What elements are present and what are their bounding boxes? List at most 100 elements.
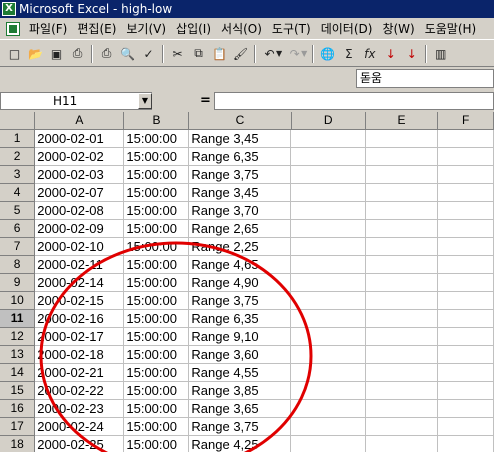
redo-dropdown-icon[interactable]: ▼ — [301, 49, 307, 58]
cell-empty[interactable] — [291, 220, 366, 238]
open-icon[interactable]: 📂 — [25, 44, 46, 64]
cell-range[interactable]: Range 3,45 — [189, 184, 292, 202]
cell-empty[interactable] — [438, 148, 494, 166]
cell-time[interactable]: 15:00:00 — [124, 382, 190, 400]
cell-empty[interactable] — [291, 274, 366, 292]
cell-time[interactable]: 15:00:00 — [124, 328, 190, 346]
row-header[interactable]: 13 — [0, 346, 36, 364]
cell-date[interactable]: 2000-02-21 — [35, 364, 125, 382]
cell-range[interactable]: Range 3,45 — [189, 130, 292, 148]
cell-date[interactable]: 2000-02-10 — [35, 238, 125, 256]
menu-tools[interactable]: 도구(T) — [267, 20, 316, 37]
cell-empty[interactable] — [365, 130, 439, 148]
cell-empty[interactable] — [365, 166, 439, 184]
formula-equals[interactable]: = — [200, 93, 211, 108]
cell-empty[interactable] — [291, 256, 366, 274]
print-preview-icon[interactable]: ⎙ — [67, 44, 88, 64]
cell-date[interactable]: 2000-02-23 — [35, 400, 125, 418]
row-header[interactable]: 1 — [0, 130, 36, 148]
cell-date[interactable]: 2000-02-16 — [35, 310, 125, 328]
cell-time[interactable]: 15:00:00 — [124, 436, 190, 452]
cell-empty[interactable] — [365, 310, 439, 328]
menu-edit[interactable]: 편집(E) — [72, 20, 121, 37]
cell-empty[interactable] — [291, 346, 366, 364]
cell-range[interactable]: Range 3,75 — [189, 166, 292, 184]
row-header[interactable]: 3 — [0, 166, 36, 184]
cell-range[interactable]: Range 9,10 — [189, 328, 292, 346]
function-icon[interactable]: fx — [359, 44, 380, 64]
cell-date[interactable]: 2000-02-17 — [35, 328, 125, 346]
cell-empty[interactable] — [291, 364, 366, 382]
cell-empty[interactable] — [291, 328, 366, 346]
format-painter-icon[interactable]: 🖌 — [230, 44, 251, 64]
cell-empty[interactable] — [291, 202, 366, 220]
cell-empty[interactable] — [438, 238, 494, 256]
save-icon[interactable]: ▣ — [46, 44, 67, 64]
cell-empty[interactable] — [438, 202, 494, 220]
cell-time[interactable]: 15:00:00 — [124, 274, 190, 292]
cell-empty[interactable] — [365, 148, 439, 166]
cell-time[interactable]: 15:00:00 — [124, 220, 190, 238]
cell-date[interactable]: 2000-02-02 — [35, 148, 125, 166]
cell-date[interactable]: 2000-02-18 — [35, 346, 125, 364]
row-header[interactable]: 6 — [0, 220, 36, 238]
cell-date[interactable]: 2000-02-22 — [35, 382, 125, 400]
row-header[interactable]: 9 — [0, 274, 36, 292]
row-header[interactable]: 16 — [0, 400, 36, 418]
cell-empty[interactable] — [438, 274, 494, 292]
cell-time[interactable]: 15:00:00 — [124, 310, 190, 328]
hyperlink-icon[interactable]: 🌐 — [317, 44, 338, 64]
cell-empty[interactable] — [438, 310, 494, 328]
row-header[interactable]: 14 — [0, 364, 36, 382]
cell-empty[interactable] — [291, 400, 366, 418]
select-all-corner[interactable] — [0, 112, 36, 130]
cell-empty[interactable] — [365, 418, 439, 436]
cell-time[interactable]: 15:00:00 — [124, 400, 190, 418]
cell-date[interactable]: 2000-02-25 — [35, 436, 125, 452]
cell-range[interactable]: Range 3,75 — [189, 292, 292, 310]
cell-date[interactable]: 2000-02-14 — [35, 274, 125, 292]
cell-empty[interactable] — [438, 184, 494, 202]
cell-range[interactable]: Range 3,85 — [189, 382, 292, 400]
cell-time[interactable]: 15:00:00 — [124, 292, 190, 310]
name-box[interactable]: H11 — [0, 92, 152, 110]
cell-empty[interactable] — [365, 346, 439, 364]
cell-empty[interactable] — [438, 256, 494, 274]
cell-empty[interactable] — [365, 382, 439, 400]
cell-empty[interactable] — [438, 130, 494, 148]
menu-view[interactable]: 보기(V) — [121, 20, 171, 37]
cell-date[interactable]: 2000-02-11 — [35, 256, 125, 274]
row-header[interactable]: 10 — [0, 292, 36, 310]
cell-empty[interactable] — [438, 220, 494, 238]
cell-time[interactable]: 15:00:00 — [124, 364, 190, 382]
menu-file[interactable]: 파일(F) — [24, 20, 72, 37]
row-header[interactable]: 11 — [0, 310, 36, 328]
cell-empty[interactable] — [291, 166, 366, 184]
cell-empty[interactable] — [291, 130, 366, 148]
cell-empty[interactable] — [291, 292, 366, 310]
name-box-dropdown-icon[interactable]: ▼ — [138, 93, 152, 109]
cell-range[interactable]: Range 3,75 — [189, 418, 292, 436]
cell-time[interactable]: 15:00:00 — [124, 346, 190, 364]
cell-empty[interactable] — [438, 400, 494, 418]
row-header[interactable]: 12 — [0, 328, 36, 346]
cell-time[interactable]: 15:00:00 — [124, 418, 190, 436]
menu-help[interactable]: 도움말(H) — [420, 20, 482, 37]
cut-icon[interactable]: ✂ — [167, 44, 188, 64]
print-icon[interactable]: ⎙ — [96, 44, 117, 64]
cell-empty[interactable] — [438, 364, 494, 382]
cell-empty[interactable] — [366, 436, 439, 452]
column-header-d[interactable]: D — [291, 112, 366, 130]
worksheet-grid[interactable]: A B C D E F 1 2000-02-01 15:00:00 Range 3,4… — [0, 112, 494, 452]
menu-format[interactable]: 서식(O) — [216, 20, 267, 37]
row-header[interactable]: 17 — [0, 418, 36, 436]
cell-empty[interactable] — [365, 220, 439, 238]
cell-time[interactable]: 15:00:00 — [124, 238, 190, 256]
workbook-icon[interactable] — [6, 21, 20, 36]
cell-empty[interactable] — [291, 418, 366, 436]
formula-input[interactable] — [214, 92, 494, 110]
row-header[interactable]: 5 — [0, 202, 36, 220]
cell-empty[interactable] — [365, 202, 439, 220]
cell-empty[interactable] — [291, 310, 366, 328]
font-name-combo[interactable]: 돋움 — [356, 69, 494, 88]
